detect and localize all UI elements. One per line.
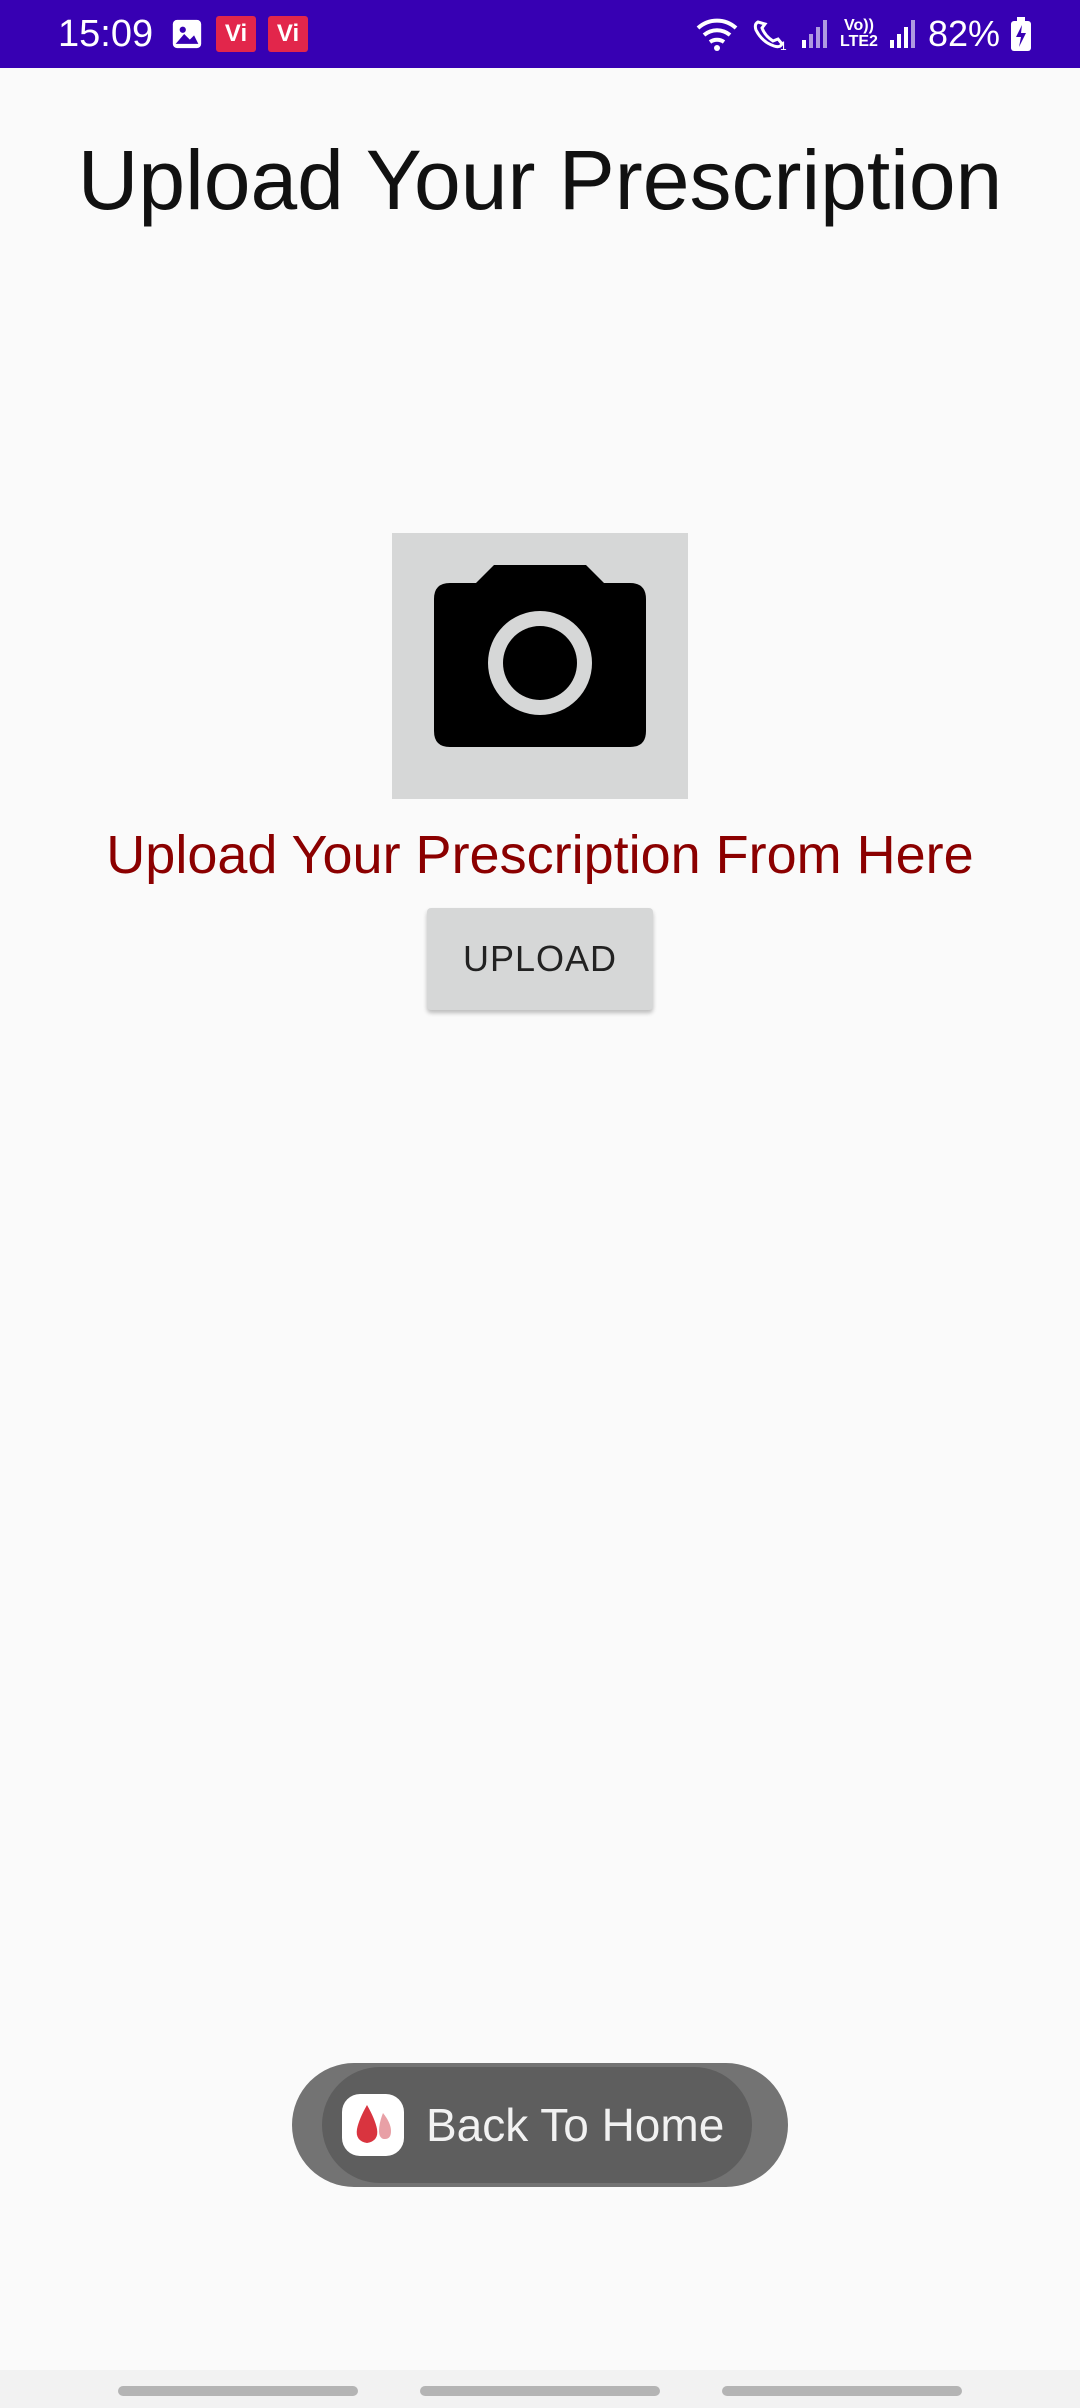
upload-instruction-text: Upload Your Prescription From Here [106, 825, 974, 885]
gallery-icon [172, 19, 202, 49]
toast-message: Back To Home [426, 2099, 725, 2151]
status-indicators: 1 Vo)) LTE2 82% [694, 12, 1032, 56]
blood-drop-icon [356, 2105, 391, 2143]
prescription-image-button[interactable] [392, 533, 688, 799]
nav-back-pill[interactable] [722, 2386, 962, 2396]
vi-badge-1: Vi [216, 16, 256, 52]
nav-recents-pill[interactable] [118, 2386, 358, 2396]
toast-body: Back To Home [322, 2067, 752, 2183]
status-time: 15:09 [58, 13, 154, 55]
app-icon [342, 2094, 404, 2156]
upload-button[interactable]: UPLOAD [427, 908, 653, 1010]
battery-percent: 82% [927, 13, 1000, 54]
svg-text:1: 1 [780, 39, 787, 52]
wifi-icon [696, 18, 738, 51]
toast: Back To Home [292, 2063, 788, 2187]
page-title: Upload Your Prescription [77, 133, 1003, 227]
status-bar: 15:09 Vi Vi 1 Vo)) LTE2 82% [0, 0, 1080, 68]
wifi-calling-icon: 1 [753, 20, 787, 52]
camera-icon [434, 565, 646, 747]
vi-badge-2: Vi [268, 16, 308, 52]
navigation-bar [0, 2370, 1080, 2408]
battery-charging-icon [1011, 17, 1031, 51]
nav-home-pill[interactable] [420, 2386, 660, 2396]
notification-icons: Vi Vi [170, 16, 308, 52]
volte-icon: Vo)) LTE2 [840, 17, 878, 50]
signal-icon [802, 20, 827, 48]
signal-icon [889, 20, 915, 48]
